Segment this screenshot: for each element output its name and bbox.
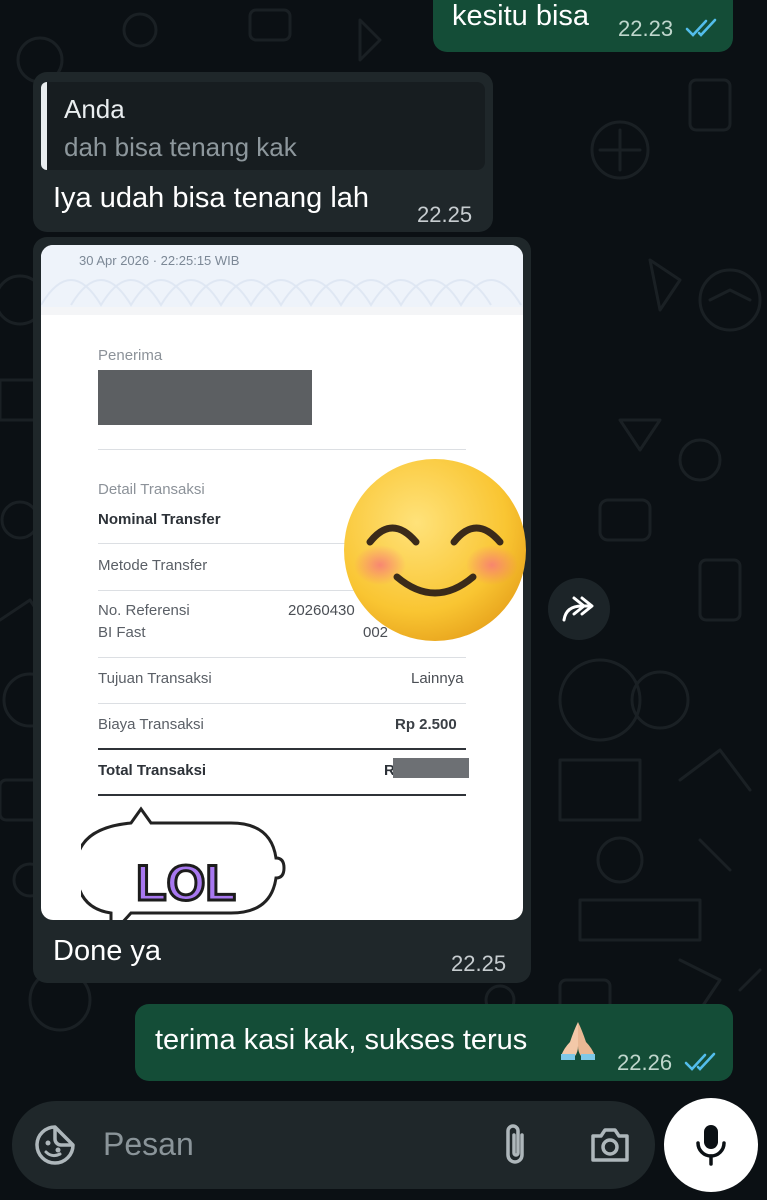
receipt-datetime: 30 Apr 2026 · 22:25:15 WIB [79,253,240,268]
fee-label: Biaya Transaksi [98,716,204,733]
message-text: kesitu bisa [452,0,590,32]
folded-hands-emoji [561,1022,595,1060]
camera-icon[interactable] [589,1126,631,1164]
smiling-emoji-sticker [344,459,526,641]
total-label: Total Transaksi [98,762,207,779]
message-bubble-outgoing[interactable]: terima kasi kak, sukses terus 22.26 [135,1004,733,1081]
receipt-line [98,657,466,658]
message-bubble-incoming[interactable]: Anda dah bisa tenang kak Iya udah bisa t… [33,72,493,232]
redacted-recipient [98,370,312,425]
message-bubble-outgoing[interactable]: kesitu bisa 22.23 [433,0,733,52]
message-text: Iya udah bisa tenang lah [53,182,370,214]
quoted-reply[interactable]: Anda dah bisa tenang kak [41,82,485,170]
lol-sticker: LOL [81,806,286,920]
forward-icon [562,596,594,622]
reference-sub: BI Fast [98,624,146,641]
image-caption: Done ya [53,935,162,967]
read-ticks-icon [684,1052,716,1071]
receipt-header: 30 Apr 2026 · 22:25:15 WIB [41,245,523,307]
redacted-total [393,758,469,778]
message-text: terima kasi kak, sukses terus [155,1024,528,1056]
message-input-placeholder[interactable]: Pesan [103,1126,194,1163]
forward-button[interactable] [548,578,610,640]
message-time: 22.25 [451,951,507,976]
receipt-line [98,449,466,450]
quote-author: Anda [64,94,125,124]
mic-button[interactable] [664,1098,758,1192]
lol-text: LOL [136,855,236,911]
message-time: 22.26 [617,1050,673,1075]
method-label: Metode Transfer [98,557,208,574]
receipt-line [98,703,466,704]
message-time: 22.25 [417,202,473,227]
nominal-label: Nominal Transfer [98,511,221,528]
reference-label: No. Referensi [98,602,190,619]
receipt-line-strong [98,794,466,796]
message-time: 22.23 [618,16,674,41]
attach-icon[interactable] [498,1121,532,1169]
purpose-label: Tujuan Transaksi [98,670,212,687]
fee-value: Rp 2.500 [395,716,457,733]
receipt-line-strong [98,748,466,750]
recipient-label: Penerima [98,347,163,364]
detail-label: Detail Transaksi [98,481,205,498]
purpose-value: Lainnya [411,670,464,687]
quote-bar [41,82,47,170]
read-ticks-icon [685,18,717,37]
mic-icon [696,1125,726,1166]
receipt-divider-top [41,307,523,315]
quote-text: dah bisa tenang kak [64,132,297,162]
sticker-icon[interactable] [34,1124,76,1166]
